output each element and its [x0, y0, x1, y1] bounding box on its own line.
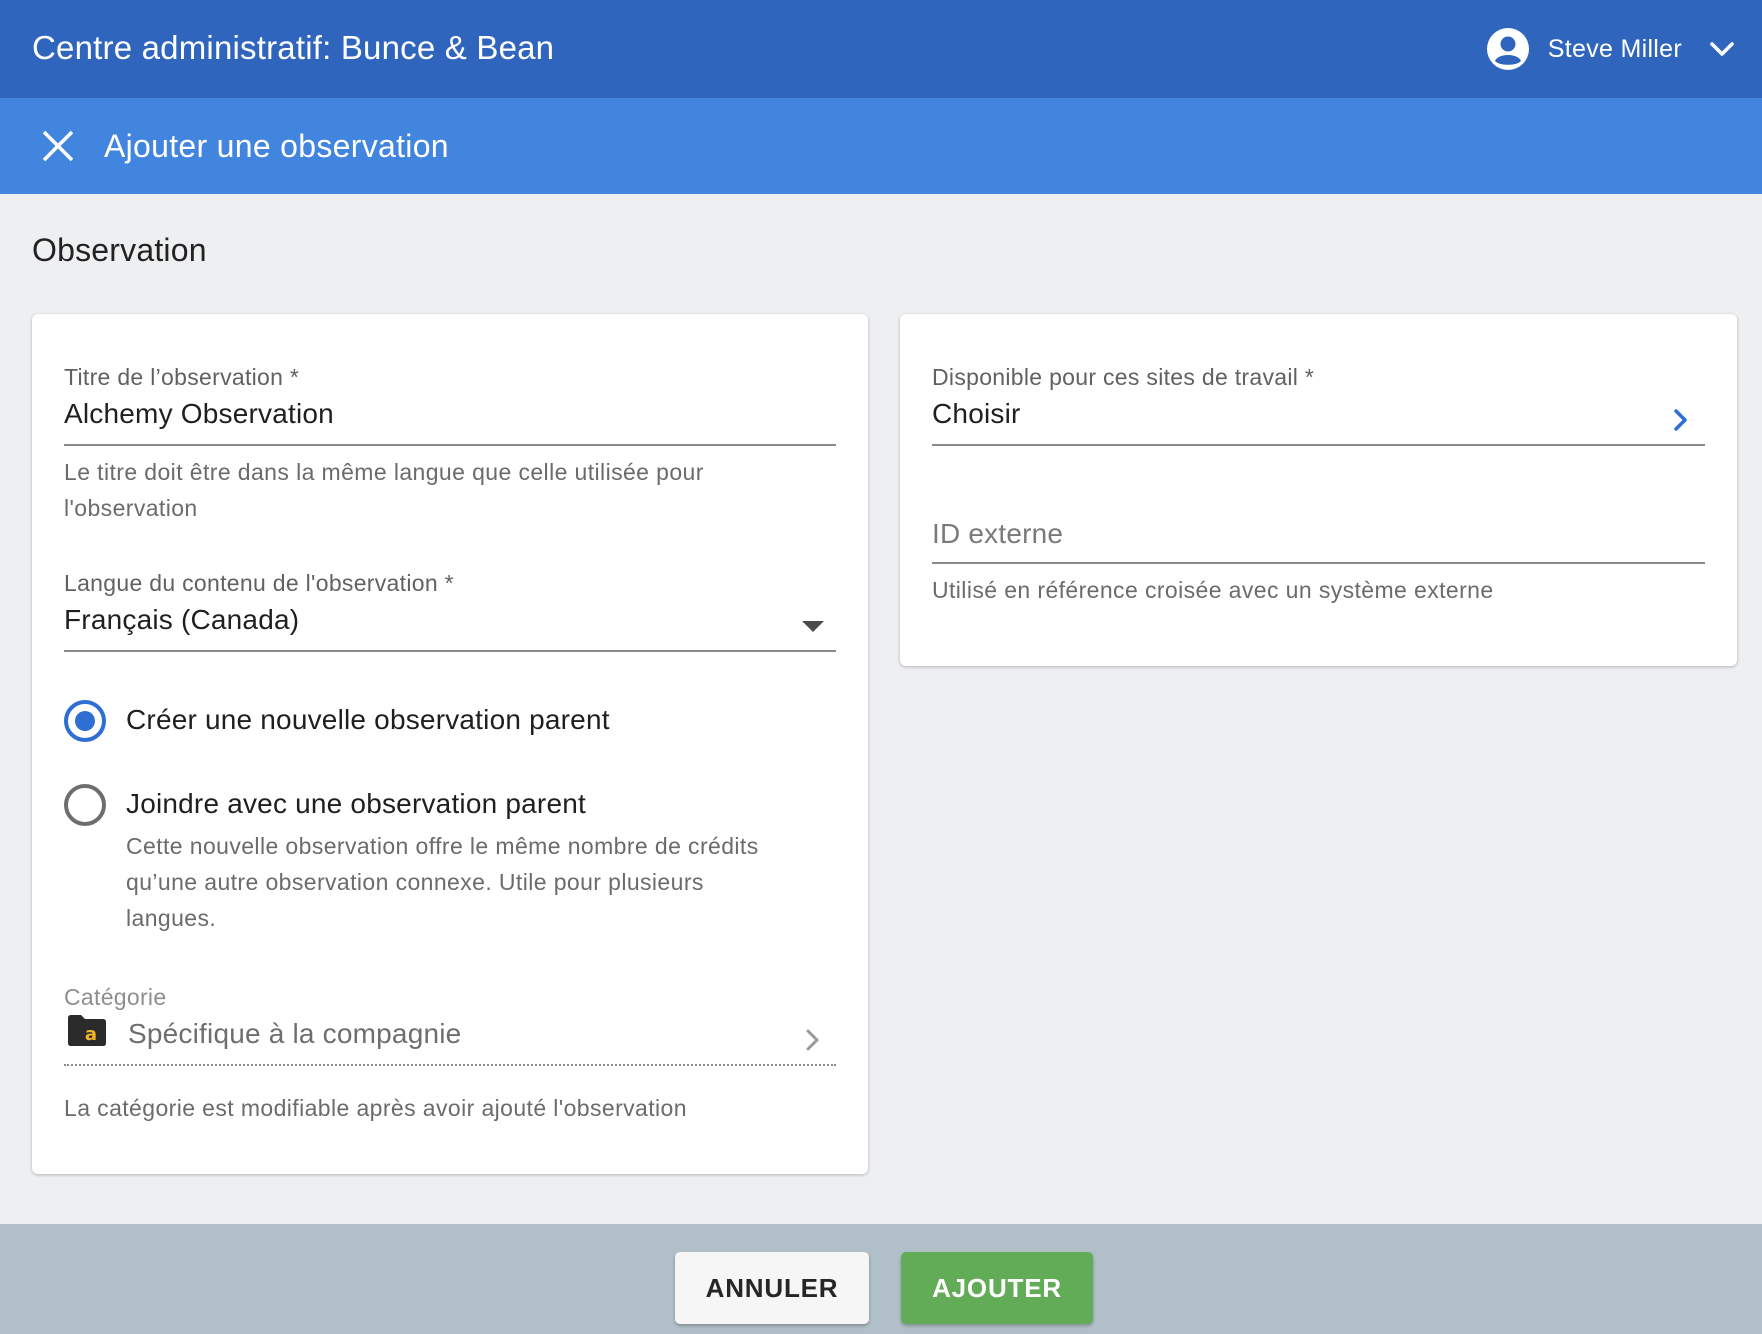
observation-details-card: Titre de l’observation * Alchemy Observa… [32, 314, 868, 1174]
cancel-button[interactable]: ANNULER [675, 1252, 869, 1324]
category-field-helper: La catégorie est modifiable après avoir … [64, 1095, 687, 1121]
title-field-input[interactable]: Alchemy Observation [64, 398, 334, 430]
sites-selector[interactable]: Choisir [932, 398, 1021, 430]
external-id-underline [932, 562, 1705, 564]
app-bar: Centre administratif: Bunce & Bean Steve… [0, 0, 1762, 98]
footer-bar: ANNULER AJOUTER [0, 1224, 1762, 1334]
language-field-underline [64, 650, 836, 652]
sites-field-underline [932, 444, 1705, 446]
add-button[interactable]: AJOUTER [901, 1252, 1093, 1324]
radio-join-parent-helper: Cette nouvelle observation offre le même… [126, 833, 759, 931]
chevron-right-icon[interactable] [798, 1026, 826, 1054]
account-circle-icon[interactable] [1486, 27, 1530, 71]
title-field-helper: Le titre doit être dans la même langue q… [64, 459, 704, 521]
close-icon[interactable] [36, 124, 80, 168]
dialog-header: Ajouter une observation [0, 98, 1762, 194]
svg-text:a: a [85, 1024, 97, 1045]
language-select[interactable]: Français (Canada) [64, 604, 299, 636]
category-field-underline [64, 1064, 836, 1066]
user-menu[interactable]: Steve Miller [1486, 0, 1748, 98]
category-selector[interactable]: Spécifique à la compagnie [128, 1018, 461, 1050]
folder-icon: a [68, 1015, 106, 1046]
language-field-label: Langue du contenu de l'observation * [64, 570, 454, 596]
category-field-label: Catégorie [64, 984, 167, 1010]
radio-create-parent[interactable] [64, 700, 106, 742]
title-field-underline [64, 444, 836, 446]
section-title: Observation [32, 232, 207, 268]
sites-field-label: Disponible pour ces sites de travail * [932, 364, 1315, 390]
user-name[interactable]: Steve Miller [1548, 35, 1682, 64]
chevron-right-icon[interactable] [1666, 406, 1694, 434]
title-field-label: Titre de l’observation * [64, 364, 300, 390]
radio-join-parent-label[interactable]: Joindre avec une observation parent [126, 788, 586, 820]
chevron-down-icon[interactable] [1706, 33, 1738, 65]
app-title: Centre administratif: Bunce & Bean [32, 29, 555, 66]
availability-card: Disponible pour ces sites de travail * C… [900, 314, 1737, 666]
caret-down-icon[interactable] [802, 621, 824, 632]
radio-join-parent[interactable] [64, 784, 106, 826]
dialog-title: Ajouter une observation [104, 128, 449, 164]
external-id-input[interactable]: ID externe [932, 518, 1063, 550]
external-id-helper: Utilisé en référence croisée avec un sys… [932, 577, 1494, 603]
radio-create-parent-label[interactable]: Créer une nouvelle observation parent [126, 704, 610, 736]
